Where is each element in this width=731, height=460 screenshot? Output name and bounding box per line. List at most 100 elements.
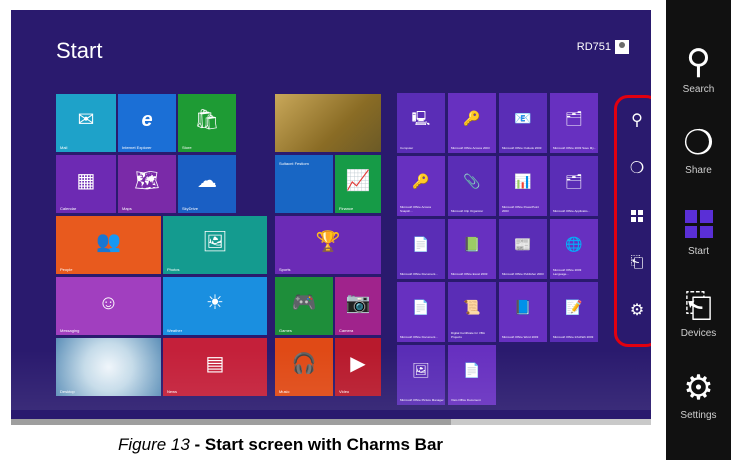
app-label: Microsoft Office 2003 Save My... — [553, 145, 597, 150]
app-tile[interactable]: 🔑 Microsoft Office Access 2003 — [448, 93, 496, 153]
app-icon: 🗂 — [565, 110, 583, 127]
devices-icon: ⎗ — [684, 287, 713, 325]
charm-label: Devices — [680, 328, 717, 339]
app-tile[interactable]: 📊 Microsoft Office PowerPoint 2003 — [499, 156, 547, 216]
windows-icon[interactable] — [631, 210, 643, 222]
tile-people[interactable]: 👥 People — [56, 216, 161, 274]
app-icon: 📧 — [514, 110, 532, 127]
tile-label: SkyDrive — [182, 206, 199, 211]
ie-icon: e — [141, 109, 153, 132]
app-tile[interactable]: 📝 Microsoft Office InfoPath 2003 — [550, 282, 598, 342]
charms-highlight: ⚲ ❍ ⎗ ⚙ — [614, 95, 651, 347]
app-label: Microsoft Office Document... — [400, 334, 438, 339]
avatar-icon — [615, 40, 629, 54]
tile-skydrive[interactable]: ☁ SkyDrive — [178, 155, 236, 213]
app-label: Microsoft Office Access Snapsh... — [400, 205, 432, 213]
store-icon: 🛍 — [194, 109, 220, 132]
app-icon: 📄 — [412, 236, 430, 253]
app-label: Microsoft Office Outlook 2003 — [502, 145, 542, 150]
tile-label: Mail — [60, 145, 68, 150]
tile-games[interactable]: 🎮 Games — [275, 277, 333, 335]
app-label: Microsoft Office Applicatio... — [553, 208, 590, 213]
mail-icon: ✉ — [77, 109, 95, 132]
app-tile[interactable]: 🔑 Microsoft Office Access Snapsh... — [397, 156, 445, 216]
tile-mail[interactable]: ✉ Mail — [56, 94, 116, 152]
trophy-icon: 🏆 — [315, 231, 341, 254]
app-label: Microsoft Office Access 2003 — [451, 145, 490, 150]
tile-label: Messaging — [60, 328, 80, 333]
cloud-icon: ☁ — [197, 170, 217, 193]
charm-share[interactable]: ❍ Share — [666, 117, 731, 195]
app-tile[interactable]: 📗 Microsoft Office Excel 2003 — [448, 219, 496, 279]
charm-settings[interactable]: ⚙ Settings — [666, 362, 731, 440]
tile-label: Sultacnt Festiom — [279, 161, 309, 166]
tile-label: Internet Explorer — [122, 145, 152, 150]
charm-devices[interactable]: ⎗ Devices — [666, 280, 731, 358]
user-account[interactable]: RD751 — [577, 40, 629, 54]
app-tile[interactable]: 📰 Microsoft Office Publisher 2003 — [499, 219, 547, 279]
app-tile[interactable]: 📎 Microsoft Clip Organizer — [448, 156, 496, 216]
scrollbar-thumb[interactable] — [11, 419, 451, 425]
caption-text: - Start screen with Charms Bar — [189, 435, 444, 454]
search-icon: ⚲ — [686, 43, 711, 81]
tile-finance[interactable]: 📈 Finance — [335, 155, 381, 213]
app-icon: 🖳 — [411, 110, 431, 127]
charm-start[interactable]: Start — [666, 198, 731, 276]
search-icon[interactable]: ⚲ — [631, 112, 643, 130]
app-tile[interactable]: 🖳 Computer — [397, 93, 445, 153]
app-tile[interactable]: 📜 Digital Certificate for VBA Projects — [448, 282, 496, 342]
app-label: Microsoft Clip Organizer — [451, 208, 484, 213]
app-icon: 📗 — [463, 236, 481, 253]
app-tile[interactable]: 📧 Microsoft Office Outlook 2003 — [499, 93, 547, 153]
app-icon: 🔑 — [412, 173, 430, 190]
horizontal-scrollbar[interactable] — [11, 419, 651, 425]
calendar-icon: ▦ — [76, 170, 96, 193]
app-tile[interactable]: 🌐 Microsoft Office 2003 Language... — [550, 219, 598, 279]
tile-weather[interactable]: ☀ Weather — [163, 277, 267, 335]
tile-camera[interactable]: 📷 Camera — [335, 277, 381, 335]
app-tile[interactable]: 📄 Microsoft Office Document... — [397, 282, 445, 342]
tile-stock[interactable]: Sultacnt Festiom — [275, 155, 333, 213]
tile-label: Finance — [339, 206, 354, 211]
app-icon: 📄 — [412, 299, 430, 316]
app-tile[interactable]: 📘 Microsoft Office Word 2003 — [499, 282, 547, 342]
tile-calendar[interactable]: ▦ Calendar — [56, 155, 116, 213]
app-label: Microsoft Office Word 2003 — [502, 334, 539, 339]
app-tile[interactable]: 📄 Microsoft Office Document... — [397, 219, 445, 279]
tile-sports[interactable]: 🏆 Sports — [275, 216, 381, 274]
tile-photos[interactable]: 🖼 Photos — [163, 216, 267, 274]
tile-label: Store — [182, 145, 192, 150]
tile-internet-explorer[interactable]: e Internet Explorer — [118, 94, 176, 152]
app-icon: 📰 — [514, 236, 532, 253]
settings-icon: ⚙ — [683, 369, 714, 407]
photos-icon: 🖼 — [202, 231, 228, 254]
windows-icon — [684, 210, 713, 238]
devices-icon[interactable]: ⎗ — [631, 254, 644, 272]
tile-travel[interactable] — [275, 94, 381, 152]
app-tile[interactable]: 🗂 Microsoft Office 2003 Save My... — [550, 93, 598, 153]
share-icon[interactable]: ❍ — [630, 160, 644, 178]
app-label: Microsoft Office Document... — [400, 271, 438, 276]
charms-bar: ⚲ Search ❍ Share Start ⎗ Devices ⚙ Setti… — [666, 0, 731, 460]
start-screen: Start RD751 ✉ Mail e Internet Explorer 🛍… — [11, 10, 651, 425]
charm-label: Settings — [680, 410, 717, 421]
tile-store[interactable]: 🛍 Store — [178, 94, 236, 152]
figure-caption: Figure 13 - Start screen with Charms Bar — [118, 435, 443, 455]
app-icon: 🌐 — [565, 236, 583, 253]
app-label: Digital Certificate for VBA Projects — [451, 331, 485, 339]
app-label: Microsoft Office Excel 2003 — [451, 271, 488, 276]
app-icon: 🗂 — [565, 173, 583, 190]
settings-icon[interactable]: ⚙ — [630, 302, 644, 320]
tile-messaging[interactable]: ☺ Messaging — [56, 277, 161, 335]
people-icon: 👥 — [96, 231, 121, 254]
maps-icon: 🗺 — [134, 170, 160, 193]
charm-search[interactable]: ⚲ Search — [666, 36, 731, 114]
app-label: Microsoft Office Publisher 2003 — [502, 271, 544, 276]
charm-label: Share — [685, 165, 712, 176]
charm-label: Start — [687, 246, 710, 257]
tile-label: People — [60, 267, 73, 272]
app-tile[interactable]: 🗂 Microsoft Office Applicatio... — [550, 156, 598, 216]
sun-icon: ☀ — [206, 292, 224, 315]
windows-logo — [631, 210, 643, 222]
tile-maps[interactable]: 🗺 Maps — [118, 155, 176, 213]
